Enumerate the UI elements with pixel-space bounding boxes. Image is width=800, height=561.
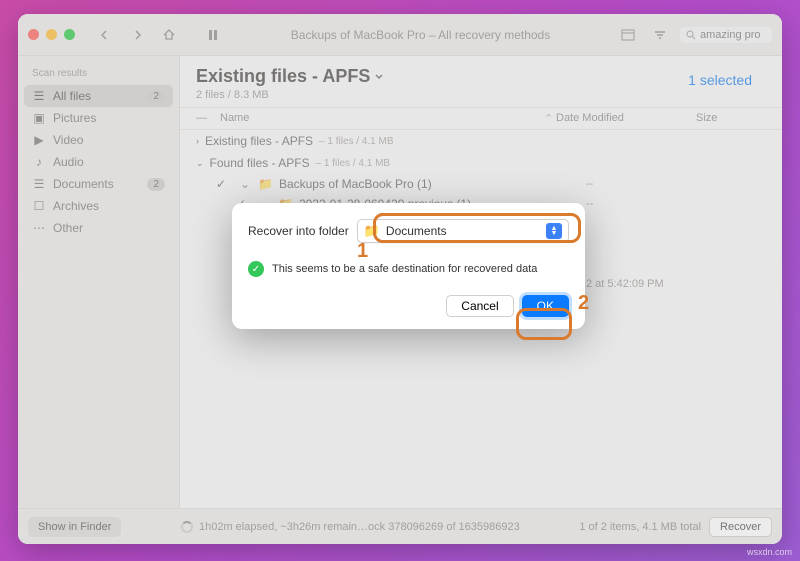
sidebar-item-video[interactable]: ▶Video: [24, 129, 173, 151]
annotation-number-2: 2: [578, 292, 589, 315]
home-button[interactable]: [157, 23, 181, 47]
grid-icon: ☰: [32, 89, 46, 103]
group-existing[interactable]: › Existing files - APFS – 1 files / 4.1 …: [180, 130, 782, 152]
recover-button[interactable]: Recover: [709, 517, 772, 537]
picture-icon: ▣: [32, 111, 46, 125]
recover-dialog: Recover into folder 📁 Documents ▲▼ ✓ Thi…: [232, 203, 585, 329]
checkmark-icon: ✓: [248, 261, 264, 277]
archive-icon: ☐: [32, 199, 46, 213]
page-subtitle: 2 files / 8.3 MB: [196, 89, 766, 101]
minimize-window-button[interactable]: [46, 29, 57, 40]
sidebar-heading: Scan results: [24, 64, 173, 85]
updown-icon: ▲▼: [546, 223, 562, 239]
close-window-button[interactable]: [28, 29, 39, 40]
back-button[interactable]: [93, 23, 117, 47]
video-icon: ▶: [32, 133, 46, 147]
sidebar-item-audio[interactable]: ♪Audio: [24, 151, 173, 173]
sidebar-item-pictures[interactable]: ▣Pictures: [24, 107, 173, 129]
search-value: amazing pro: [700, 29, 761, 41]
column-name[interactable]: Name: [220, 112, 544, 125]
scan-status: 1h02m elapsed, ~3h26m remain…ock 3780962…: [129, 521, 571, 533]
chevron-down-icon: ⌄: [196, 158, 204, 169]
titlebar: Backups of MacBook Pro – All recovery me…: [18, 14, 782, 56]
chevron-down-icon[interactable]: ⌄: [240, 177, 252, 191]
safe-destination-message: This seems to be a safe destination for …: [272, 263, 537, 275]
sidebar-item-other[interactable]: ⋯Other: [24, 217, 173, 239]
sidebar-item-documents[interactable]: ☰Documents2: [24, 173, 173, 195]
folder-name: Documents: [386, 224, 447, 238]
forward-button[interactable]: [125, 23, 149, 47]
page-title[interactable]: Existing files - APFS: [196, 66, 766, 87]
column-date[interactable]: Date Modified: [556, 112, 696, 125]
zoom-window-button[interactable]: [64, 29, 75, 40]
spinner-icon: [181, 521, 193, 533]
window-controls: [28, 29, 75, 40]
sidebar-item-archives[interactable]: ☐Archives: [24, 195, 173, 217]
window-title: Backups of MacBook Pro – All recovery me…: [233, 28, 608, 42]
group-found[interactable]: ⌄ Found files - APFS – 1 files / 4.1 MB: [180, 152, 782, 174]
column-size[interactable]: Size: [696, 112, 766, 125]
search-field[interactable]: amazing pro: [680, 27, 772, 43]
ok-button[interactable]: OK: [522, 295, 569, 317]
column-headers: — Name ⌃ Date Modified Size: [180, 107, 782, 130]
table-row[interactable]: ✓ ⌄ 📁Backups of MacBook Pro (1) --: [180, 174, 782, 194]
chevron-right-icon: ›: [196, 136, 199, 146]
search-icon: [686, 30, 696, 40]
row-checkbox[interactable]: ✓: [216, 177, 234, 191]
folder-select[interactable]: 📁 Documents ▲▼: [357, 219, 569, 243]
cancel-button[interactable]: Cancel: [446, 295, 513, 317]
watermark: wsxdn.com: [747, 547, 792, 557]
sort-indicator: ⌃: [544, 112, 556, 125]
document-icon: ☰: [32, 177, 46, 191]
folder-icon: 📁: [258, 177, 273, 191]
column-checkbox[interactable]: —: [196, 112, 220, 125]
selection-count: 1 selected: [688, 72, 752, 88]
audio-icon: ♪: [32, 155, 46, 169]
status-bar: Show in Finder 1h02m elapsed, ~3h26m rem…: [18, 508, 782, 544]
sidebar: Scan results ☰All files2 ▣Pictures ▶Vide…: [18, 56, 180, 508]
show-in-finder-button[interactable]: Show in Finder: [28, 517, 121, 537]
view-mode-button[interactable]: [616, 23, 640, 47]
sidebar-item-all-files[interactable]: ☰All files2: [24, 85, 173, 107]
folder-icon: 📁: [364, 223, 380, 239]
annotation-number-1: 1: [357, 240, 368, 263]
filter-button[interactable]: [648, 23, 672, 47]
other-icon: ⋯: [32, 221, 46, 235]
chevron-down-icon: [374, 72, 384, 82]
recover-folder-label: Recover into folder: [248, 224, 349, 238]
item-count: 1 of 2 items, 4.1 MB total: [579, 521, 701, 533]
pause-button[interactable]: [201, 23, 225, 47]
